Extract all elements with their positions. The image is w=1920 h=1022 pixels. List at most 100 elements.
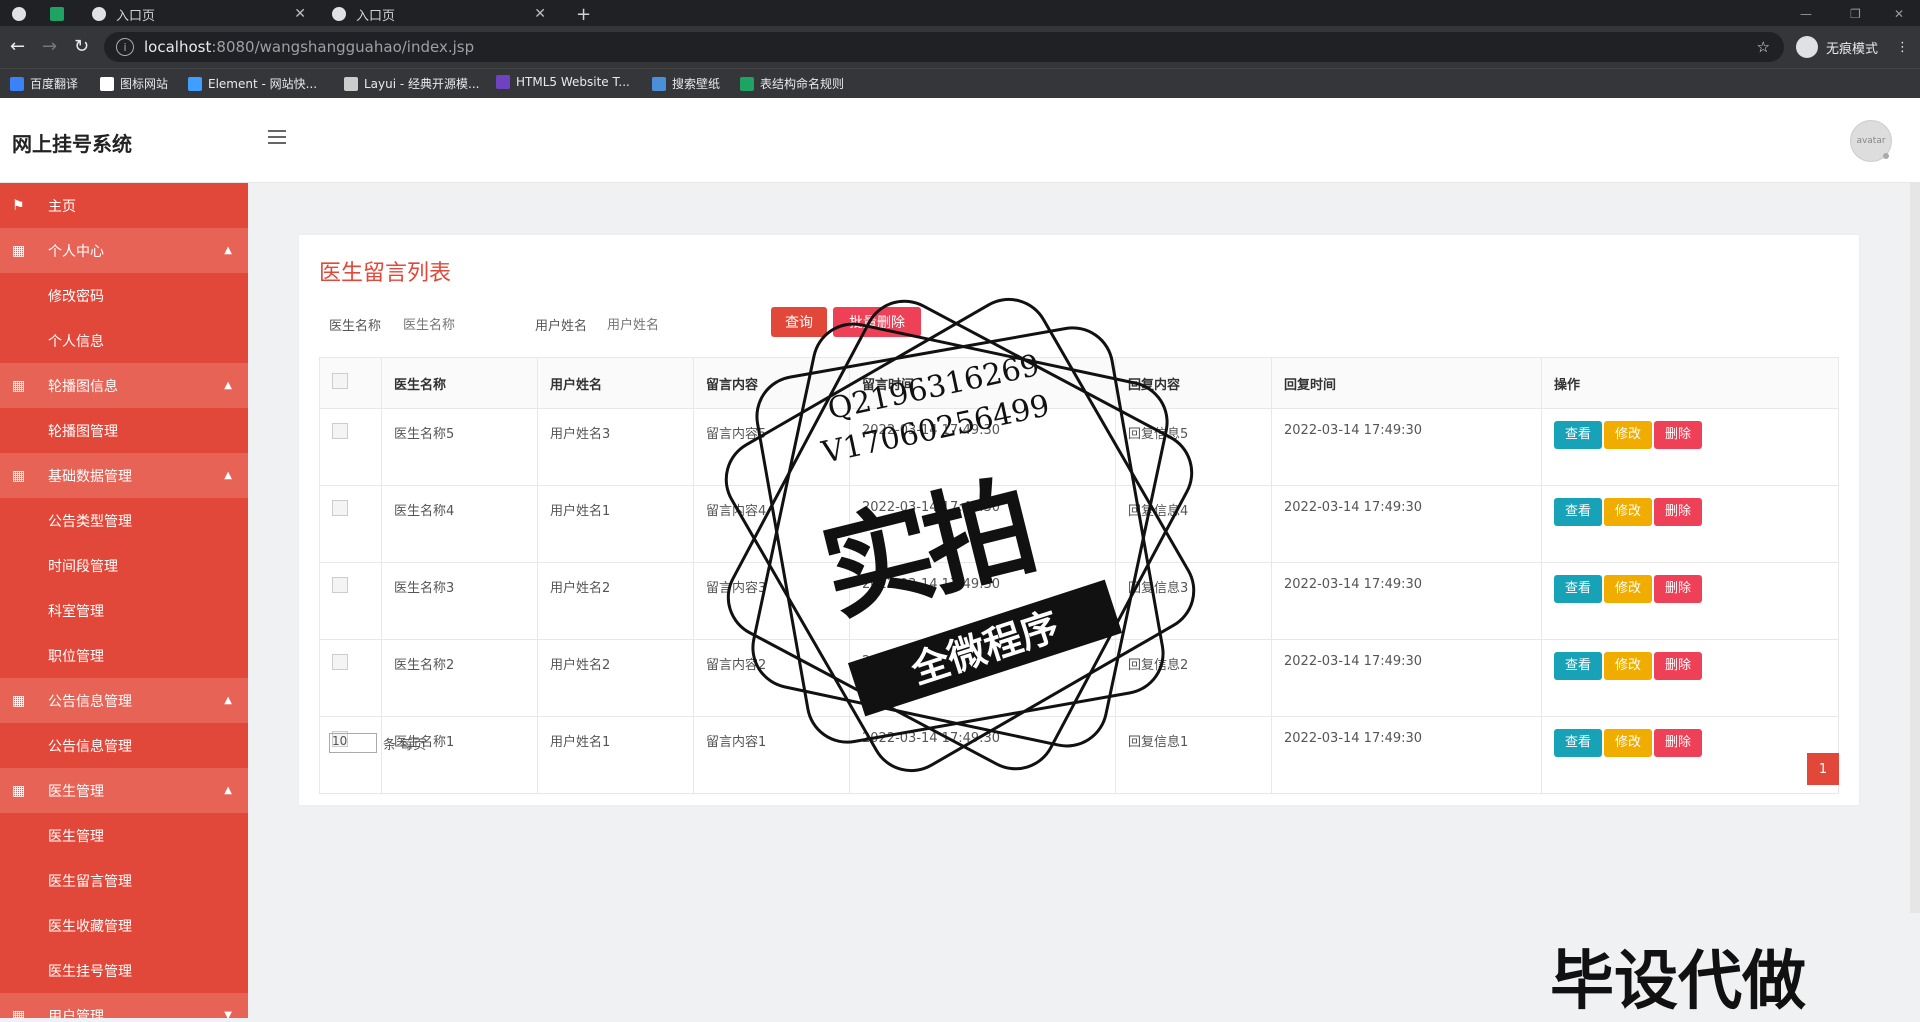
bookmark-item[interactable]: Layui - 经典开源模...: [344, 75, 479, 92]
page-size-select[interactable]: 10: [329, 733, 377, 753]
view-button[interactable]: 查看: [1554, 729, 1602, 757]
browser-tab-2[interactable]: 入口页 ✕: [332, 2, 552, 26]
bookmark-item[interactable]: Element - 网站快...: [188, 75, 317, 92]
globe-icon: [92, 7, 106, 21]
cell-doctor: 医生名称4: [381, 485, 538, 563]
sidebar-group-user[interactable]: ▦ 用户管理 ▼: [0, 993, 248, 1018]
grid-icon: ▦: [12, 242, 26, 259]
edit-button[interactable]: 修改: [1604, 729, 1652, 757]
row-checkbox[interactable]: [332, 577, 348, 593]
delete-button[interactable]: 删除: [1654, 729, 1702, 757]
user-name-input[interactable]: [603, 309, 739, 339]
bookmark-item[interactable]: HTML5 Website T...: [496, 75, 630, 89]
bookmark-item[interactable]: 搜索壁纸: [652, 75, 720, 92]
cell-actions: 查看 修改 删除: [1541, 639, 1839, 717]
doctor-name-input[interactable]: [399, 309, 535, 339]
url-path: :8080/wangshangguahao/index.jsp: [211, 38, 475, 56]
edit-button[interactable]: 修改: [1604, 421, 1652, 449]
header-user: 用户姓名: [537, 357, 694, 409]
browser-tab-pinned-2[interactable]: [50, 2, 74, 26]
row-checkbox[interactable]: [332, 500, 348, 516]
row-select-cell: [319, 716, 382, 794]
edit-button[interactable]: 修改: [1604, 498, 1652, 526]
sidebar-item-doctor-registration[interactable]: 医生挂号管理: [0, 948, 248, 993]
sidebar-item-change-password[interactable]: 修改密码: [0, 273, 248, 318]
info-icon[interactable]: i: [116, 38, 134, 56]
cell-reply-time: 2022-03-14 17:49:30: [1271, 716, 1542, 794]
app-header: 网上挂号系统 avatar: [0, 98, 1920, 183]
forward-icon[interactable]: →: [42, 36, 57, 57]
sidebar-group-doctor[interactable]: ▦ 医生管理 ▲: [0, 768, 248, 813]
bookmark-item[interactable]: 表结构命名规则: [740, 75, 844, 92]
browser-tab-title: 入口页: [116, 8, 156, 24]
edit-button[interactable]: 修改: [1604, 652, 1652, 680]
menu-dots-icon[interactable]: ⋮: [1896, 40, 1909, 55]
star-icon[interactable]: ☆: [1757, 38, 1770, 56]
sidebar-item-profile[interactable]: 个人信息: [0, 318, 248, 363]
caret-up-icon: ▲: [224, 380, 232, 391]
avatar[interactable]: avatar: [1850, 120, 1892, 162]
sidebar-item-doctor-message[interactable]: 医生留言管理: [0, 858, 248, 903]
bookmarks-bar: 百度翻译 图标网站 Element - 网站快... Layui - 经典开源模…: [0, 68, 1920, 99]
view-button[interactable]: 查看: [1554, 652, 1602, 680]
grid-icon: ▦: [12, 467, 26, 484]
sidebar-item-time-slot[interactable]: 时间段管理: [0, 543, 248, 588]
sidebar-item-notice-type[interactable]: 公告类型管理: [0, 498, 248, 543]
reload-icon[interactable]: ↻: [74, 36, 89, 57]
close-icon[interactable]: ✕: [294, 6, 306, 22]
restore-icon[interactable]: ❐: [1850, 2, 1861, 26]
delete-button[interactable]: 删除: [1654, 421, 1702, 449]
close-window-icon[interactable]: ✕: [1894, 2, 1904, 26]
browser-tab-1[interactable]: 入口页 ✕: [92, 2, 312, 26]
header-actions: 操作: [1541, 357, 1839, 409]
bookmark-icon: [10, 76, 24, 91]
sidebar-item-doctor-favorite[interactable]: 医生收藏管理: [0, 903, 248, 948]
delete-button[interactable]: 删除: [1654, 498, 1702, 526]
flag-icon: ⚑: [12, 197, 25, 214]
cell-doctor: 医生名称2: [381, 639, 538, 717]
back-icon[interactable]: ←: [10, 36, 25, 57]
view-button[interactable]: 查看: [1554, 421, 1602, 449]
bookmark-icon: [188, 76, 202, 91]
sidebar-group-personal[interactable]: ▦ 个人中心 ▲: [0, 228, 248, 273]
edit-button[interactable]: 修改: [1604, 575, 1652, 603]
sidebar-group-notice[interactable]: ▦ 公告信息管理 ▲: [0, 678, 248, 723]
delete-button[interactable]: 删除: [1654, 575, 1702, 603]
close-icon[interactable]: ✕: [534, 6, 546, 22]
caret-up-icon: ▲: [224, 470, 232, 481]
row-checkbox[interactable]: [332, 423, 348, 439]
hamburger-menu-icon[interactable]: [268, 130, 286, 148]
sidebar-item-carousel-manage[interactable]: 轮播图管理: [0, 408, 248, 453]
caret-up-icon: ▲: [224, 245, 232, 256]
page-number-button[interactable]: 1: [1807, 753, 1839, 785]
view-button[interactable]: 查看: [1554, 575, 1602, 603]
browser-tab-pinned-1[interactable]: [12, 2, 36, 26]
bookmark-icon: [740, 76, 754, 91]
view-button[interactable]: 查看: [1554, 498, 1602, 526]
header-reply-time: 回复时间: [1271, 357, 1542, 409]
browser-tab-strip: 入口页 ✕ 入口页 ✕ + — ❐ ✕: [0, 0, 1920, 26]
cell-doctor: 医生名称3: [381, 562, 538, 640]
caret-up-icon: ▲: [224, 785, 232, 796]
sidebar-item-home[interactable]: ⚑ 主页: [0, 183, 248, 228]
cell-reply-time: 2022-03-14 17:49:30: [1271, 485, 1542, 563]
new-tab-button[interactable]: +: [576, 2, 591, 26]
sidebar-group-basic-data[interactable]: ▦ 基础数据管理 ▲: [0, 453, 248, 498]
row-checkbox[interactable]: [332, 654, 348, 670]
address-bar[interactable]: i localhost:8080/wangshangguahao/index.j…: [104, 32, 1784, 62]
bookmark-item[interactable]: 百度翻译: [10, 75, 78, 92]
sidebar-group-carousel[interactable]: ▦ 轮播图信息 ▲: [0, 363, 248, 408]
sidebar-item-doctor-manage[interactable]: 医生管理: [0, 813, 248, 858]
minimize-icon[interactable]: —: [1800, 2, 1812, 26]
page-title: 医生留言列表: [319, 261, 452, 286]
select-all-checkbox[interactable]: [332, 373, 348, 389]
bookmark-icon: [100, 76, 114, 91]
sidebar-item-department[interactable]: 科室管理: [0, 588, 248, 633]
bookmark-item[interactable]: 图标网站: [100, 75, 168, 92]
sidebar-item-notice-manage[interactable]: 公告信息管理: [0, 723, 248, 768]
page-scrollbar[interactable]: [1910, 183, 1920, 913]
incognito-indicator[interactable]: 无痕模式 ⋮: [1796, 36, 1909, 58]
delete-button[interactable]: 删除: [1654, 652, 1702, 680]
cell-actions: 查看 修改 删除: [1541, 716, 1839, 794]
sidebar-item-position[interactable]: 职位管理: [0, 633, 248, 678]
